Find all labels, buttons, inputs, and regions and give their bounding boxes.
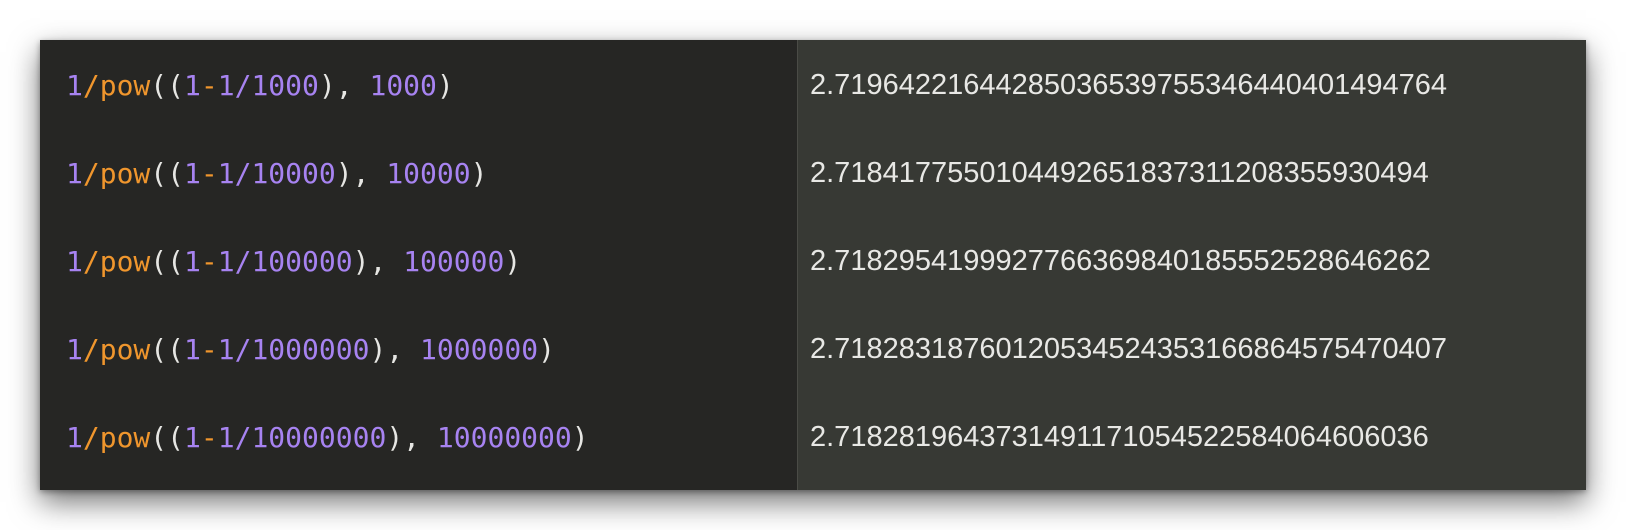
result-line: 2.7182954199927766369840185552528646262 bbox=[810, 244, 1431, 277]
expression-number: 1 bbox=[184, 68, 201, 102]
expression-number: 10000 bbox=[386, 156, 471, 190]
expression-number: 1 bbox=[184, 156, 201, 190]
expression-function: pow bbox=[99, 156, 151, 190]
expression-pane[interactable]: 1/pow((1-1/1000), 1000) 1/pow((1-1/10000… bbox=[40, 40, 798, 490]
expression-number: 1 bbox=[217, 68, 235, 102]
expression-paren: ) bbox=[436, 68, 454, 102]
expression-operator: - bbox=[200, 68, 218, 102]
expression-function: pow bbox=[99, 244, 151, 278]
expression-operator: / bbox=[234, 332, 252, 366]
result-line: 2.7184177550104492651837311208355930494 bbox=[810, 156, 1429, 189]
expression-operator: / bbox=[82, 68, 100, 102]
expression-number: 1 bbox=[217, 156, 235, 190]
result-line: 2.71964221644285036539755346440401494764 bbox=[810, 68, 1448, 101]
expression-operator: / bbox=[82, 420, 100, 454]
expression-paren: ) bbox=[538, 332, 555, 366]
calculator-window: 1/pow((1-1/1000), 1000) 1/pow((1-1/10000… bbox=[40, 40, 1586, 490]
expression-number: 1 bbox=[184, 420, 201, 454]
expression-number: 1000 bbox=[369, 68, 437, 102]
result-line: 2.7182819643731491171054522584064606036 bbox=[810, 420, 1429, 453]
expression-number: 1000000 bbox=[251, 332, 370, 366]
expression-operator: / bbox=[234, 156, 252, 190]
expression-number: 1 bbox=[217, 332, 235, 366]
expression-number: 1 bbox=[66, 244, 83, 278]
expression-paren: (( bbox=[150, 68, 185, 102]
results-pane: 2.71964221644285036539755346440401494764… bbox=[798, 40, 1586, 490]
result-line: 2.71828318760120534524353166864575470407 bbox=[810, 332, 1448, 365]
expression-number: 1 bbox=[217, 244, 235, 278]
expression-paren: ) bbox=[504, 244, 522, 278]
expression-number: 100000 bbox=[403, 244, 505, 278]
expression-number: 1000 bbox=[251, 68, 319, 102]
expression-line[interactable]: 1/pow((1-1/100000), 100000) bbox=[40, 217, 797, 305]
expression-operator: - bbox=[200, 420, 218, 454]
expression-paren: ) bbox=[571, 420, 589, 454]
expression-line[interactable]: 1/pow((1-1/1000), 1000) bbox=[40, 41, 797, 129]
expression-operator: - bbox=[200, 156, 218, 190]
expression-operator: / bbox=[234, 68, 252, 102]
expression-function: pow bbox=[99, 332, 151, 366]
expression-number: 1 bbox=[66, 156, 83, 190]
expression-operator: / bbox=[82, 244, 100, 278]
expression-paren: (( bbox=[150, 332, 185, 366]
expression-paren: ) bbox=[470, 156, 488, 190]
expression-number: 1 bbox=[66, 68, 83, 102]
expression-operator: / bbox=[234, 420, 252, 454]
expression-operator: / bbox=[82, 156, 100, 190]
expression-line[interactable]: 1/pow((1-1/10000), 10000) bbox=[40, 129, 797, 217]
expression-separator: ), bbox=[352, 244, 404, 278]
expression-number: 1 bbox=[184, 244, 201, 278]
expression-operator: / bbox=[234, 244, 252, 278]
expression-number: 1 bbox=[66, 332, 83, 366]
expression-number: 1000000 bbox=[420, 332, 539, 366]
expression-paren: (( bbox=[150, 156, 185, 190]
expression-function: pow bbox=[99, 420, 151, 454]
expression-operator: - bbox=[200, 332, 218, 366]
expression-number: 10000 bbox=[251, 156, 336, 190]
expression-function: pow bbox=[99, 68, 151, 102]
expression-number: 10000000 bbox=[251, 420, 387, 454]
expression-paren: (( bbox=[150, 420, 185, 454]
expression-operator: / bbox=[82, 332, 100, 366]
expression-line[interactable]: 1/pow((1-1/10000000), 10000000) bbox=[40, 393, 797, 481]
expression-separator: ), bbox=[369, 332, 421, 366]
expression-separator: ), bbox=[335, 156, 387, 190]
expression-operator: - bbox=[200, 244, 218, 278]
expression-line[interactable]: 1/pow((1-1/1000000), 1000000) bbox=[40, 305, 797, 393]
expression-number: 1 bbox=[217, 420, 235, 454]
expression-number: 1 bbox=[184, 332, 201, 366]
expression-paren: (( bbox=[150, 244, 185, 278]
expression-number: 100000 bbox=[251, 244, 353, 278]
expression-separator: ), bbox=[318, 68, 370, 102]
expression-number: 10000000 bbox=[436, 420, 572, 454]
expression-separator: ), bbox=[386, 420, 437, 454]
expression-number: 1 bbox=[66, 420, 83, 454]
